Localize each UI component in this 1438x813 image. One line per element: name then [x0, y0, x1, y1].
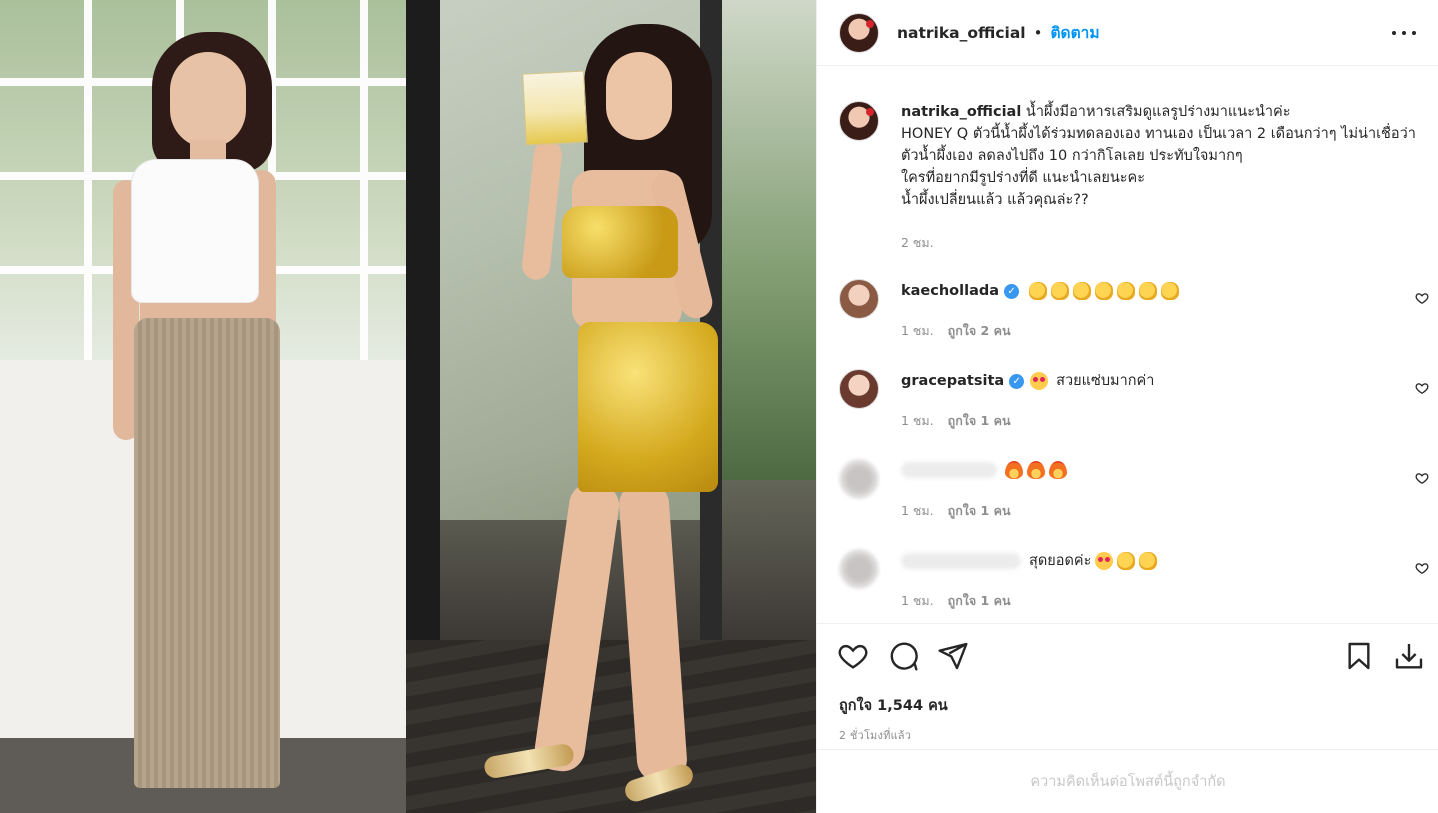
comment-username[interactable]: kaechollada	[901, 281, 999, 301]
verified-badge-icon: ✓	[1004, 283, 1020, 299]
comment-time[interactable]: 1 ชม.	[901, 321, 934, 341]
separator-dot: •	[1033, 23, 1043, 42]
comment-likes[interactable]: ถูกใจ 1 คน	[948, 501, 1011, 521]
fire-emoji	[1027, 461, 1045, 479]
caption-time: 2 ชม.	[901, 235, 934, 250]
comments-section[interactable]: natrika_official น้ำผึ้งมีอาหารเสริมดูแล…	[817, 67, 1438, 623]
header-username[interactable]: natrika_official	[897, 24, 1026, 42]
more-dots-icon[interactable]	[1392, 22, 1416, 44]
post-timestamp: 2 ชั่วโมงที่แล้ว	[839, 729, 912, 742]
heart-eyes-emoji	[1030, 372, 1049, 390]
comment-text: สุดยอดค่ะ	[1029, 553, 1092, 569]
likes-count[interactable]: ถูกใจ 1,544 คน	[839, 694, 948, 717]
clapping-hands-emoji	[1117, 282, 1136, 300]
heart-eyes-emoji	[1095, 552, 1114, 570]
heart-icon[interactable]	[837, 640, 869, 672]
follow-button[interactable]: ติดตาม	[1050, 20, 1099, 45]
post-actions: ถูกใจ 1,544 คน 2 ชั่วโมงที่แล้ว	[817, 623, 1438, 749]
comment-likes[interactable]: ถูกใจ 1 คน	[948, 411, 1011, 431]
wooden-deck	[406, 640, 816, 813]
comment-row: kaechollada ✓ 1 ชม. ถูกใจ 2 คน	[839, 279, 1429, 339]
clapping-hands-emoji	[1029, 282, 1048, 300]
white-crop-top	[132, 160, 258, 302]
avatar[interactable]	[839, 549, 879, 589]
bookmark-icon[interactable]	[1343, 640, 1375, 672]
blurred-username[interactable]	[901, 553, 1021, 569]
comment-time[interactable]: 1 ชม.	[901, 501, 934, 521]
caption-text: natrika_official น้ำผึ้งมีอาหารเสริมดูแล…	[901, 101, 1429, 211]
verified-badge-icon: ✓	[1009, 373, 1025, 389]
person-face	[606, 52, 672, 140]
clapping-hands-emoji	[1095, 282, 1114, 300]
small-heart-icon[interactable]	[1415, 291, 1429, 305]
download-icon[interactable]	[1393, 640, 1425, 672]
clapping-hands-emoji	[1139, 552, 1158, 570]
fire-emoji	[1005, 461, 1023, 479]
blurred-username[interactable]	[901, 462, 997, 478]
post-media[interactable]	[0, 0, 816, 813]
comments-limited-bar: ความคิดเห็นต่อโพสต์นี้ถูกจำกัด	[817, 749, 1438, 813]
clapping-hands-emoji	[1073, 282, 1092, 300]
small-heart-icon[interactable]	[1415, 561, 1429, 575]
avatar[interactable]	[839, 369, 879, 409]
before-photo	[0, 0, 406, 813]
fire-emoji	[1049, 461, 1067, 479]
paper-plane-icon[interactable]	[937, 640, 969, 672]
comment-row: สุดยอดค่ะ 1 ชม. ถูกใจ 1 คน	[839, 549, 1429, 609]
after-photo	[406, 0, 816, 813]
background-garden	[722, 0, 816, 480]
clapping-hands-emoji	[1139, 282, 1158, 300]
avatar[interactable]	[839, 459, 879, 499]
comment-likes[interactable]: ถูกใจ 1 คน	[948, 591, 1011, 611]
person-face	[170, 52, 246, 148]
clapping-hands-emoji	[1051, 282, 1070, 300]
comment-time[interactable]: 1 ชม.	[901, 411, 934, 431]
post-header: natrika_official • ติดตาม	[817, 0, 1438, 66]
post-side-panel: natrika_official • ติดตาม natrika_offici…	[816, 0, 1438, 813]
comment-likes[interactable]: ถูกใจ 2 คน	[948, 321, 1011, 341]
comments-limited-text: ความคิดเห็นต่อโพสต์นี้ถูกจำกัด	[1030, 774, 1226, 790]
comment-time[interactable]: 1 ชม.	[901, 591, 934, 611]
avatar[interactable]	[839, 12, 879, 53]
comment-row: 1 ชม. ถูกใจ 1 คน	[839, 459, 1429, 519]
product-box	[522, 70, 588, 146]
small-heart-icon[interactable]	[1415, 381, 1429, 395]
avatar[interactable]	[839, 101, 879, 141]
gold-sequin-top	[562, 206, 678, 278]
small-heart-icon[interactable]	[1415, 471, 1429, 485]
avatar[interactable]	[839, 279, 879, 319]
comment-username[interactable]: gracepatsita	[901, 371, 1004, 391]
caption-username[interactable]: natrika_official	[901, 104, 1021, 120]
comment-row: gracepatsita ✓ สวยแซ่บมากค่า 1 ชม. ถูกใจ…	[839, 369, 1429, 429]
comment-text: สวยแซ่บมากค่า	[1056, 373, 1155, 389]
knit-pants	[134, 318, 280, 788]
clapping-hands-emoji	[1161, 282, 1180, 300]
gold-sequin-skirt	[578, 322, 718, 492]
clapping-hands-emoji	[1117, 552, 1136, 570]
comment-bubble-icon[interactable]	[887, 640, 919, 672]
